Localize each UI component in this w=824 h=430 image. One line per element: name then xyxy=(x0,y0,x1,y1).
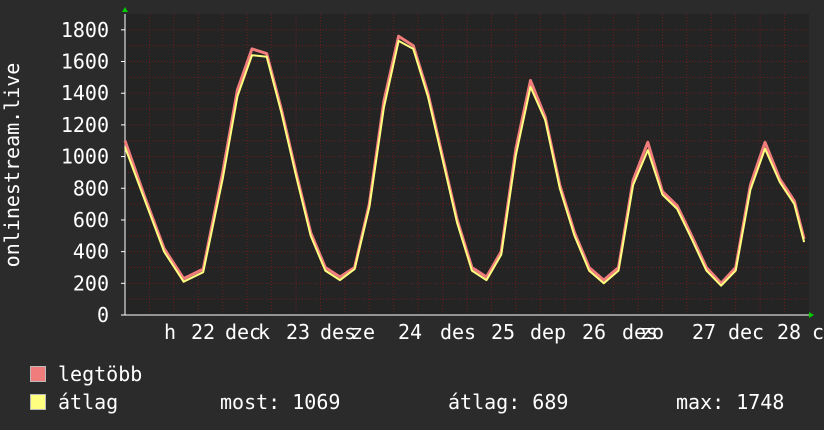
y-axis-arrow xyxy=(122,7,128,12)
x-tick-label: 23 xyxy=(286,320,310,344)
stat-max: max: 1748 xyxy=(676,390,785,414)
legend-item-atlag: átlag xyxy=(30,390,118,414)
legend-label-atlag: átlag xyxy=(58,390,119,414)
y-tick-label: 1200 xyxy=(61,113,109,137)
x-tick-label: 22 xyxy=(191,320,215,344)
x-tick-label: 28 xyxy=(777,320,801,344)
y-tick-label: 0 xyxy=(97,303,109,327)
y-tick-label: 800 xyxy=(73,176,109,200)
y-tick-label: 1800 xyxy=(61,18,109,42)
stat-most: most: 1069 xyxy=(220,390,341,414)
legend-item-legtobb: legtöbb xyxy=(30,362,142,386)
x-axis-arrow xyxy=(809,312,814,318)
x-tick-label: h xyxy=(164,320,176,344)
y-tick-label: 1400 xyxy=(61,81,109,105)
x-tick-label: 26 xyxy=(582,320,606,344)
x-tick-label: dec xyxy=(225,320,261,344)
chart-svg: 020040060080010001200140016001800h 22 deck… xyxy=(0,7,824,344)
legend-label-legtobb: legtöbb xyxy=(58,362,143,386)
x-tick-label: des xyxy=(440,320,476,344)
legend-swatch-atlag xyxy=(30,394,46,410)
x-tick-label: k xyxy=(258,320,270,344)
x-tick-label: zo xyxy=(640,320,664,344)
y-tick-label: 400 xyxy=(73,240,109,264)
y-tick-label: 200 xyxy=(73,271,109,295)
y-tick-label: 600 xyxy=(73,208,109,232)
chart: 0 200 400 600 800 1000 1200 1400 1600 1800 h 22 dec k… xyxy=(0,0,824,345)
x-tick-label: ze xyxy=(351,320,375,344)
y-axis-label: onlinestream.live xyxy=(0,63,24,268)
x-tick-label: c xyxy=(812,320,824,344)
x-tick-label: 24 xyxy=(398,320,422,344)
x-tick-label: dec xyxy=(728,320,764,344)
legend-swatch-legtobb xyxy=(30,366,46,382)
x-tick-label: 25 xyxy=(491,320,515,344)
x-tick-label: 27 xyxy=(692,320,716,344)
y-tick-label: 1600 xyxy=(61,50,109,74)
y-tick-label: 1000 xyxy=(61,145,109,169)
x-tick-label: dep xyxy=(530,320,566,344)
stat-atlag: átlag: 689 xyxy=(448,390,569,414)
